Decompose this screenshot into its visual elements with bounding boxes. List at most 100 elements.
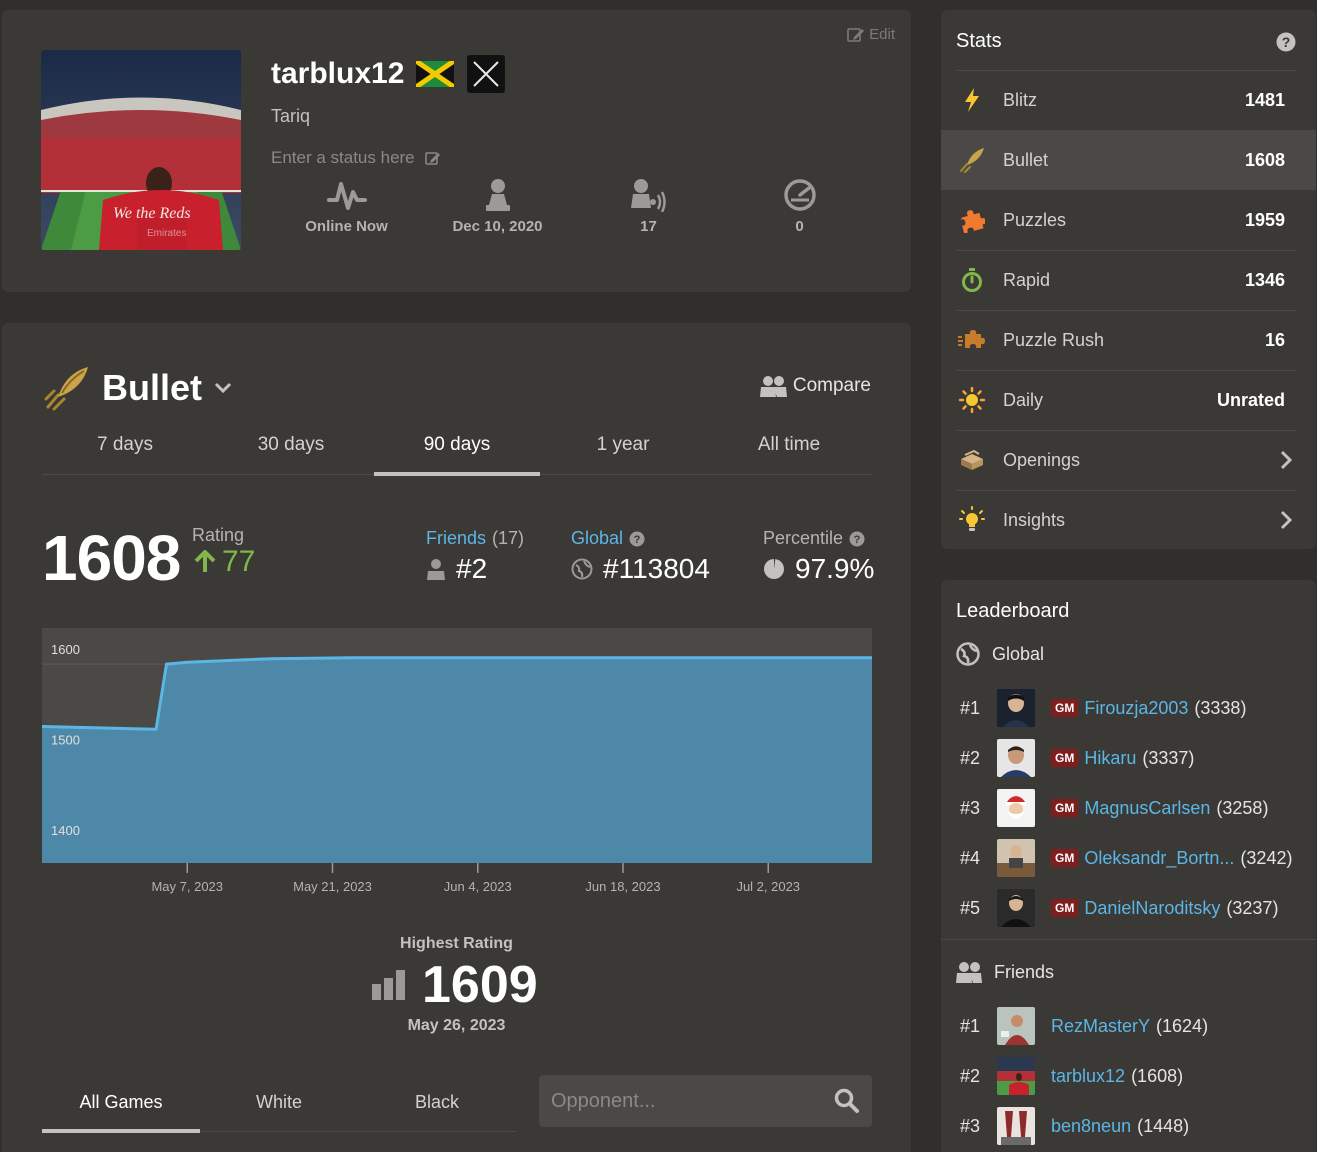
- rating-stats-card: Bullet Compare 7 days 30 days 90 days 1 …: [2, 323, 911, 1152]
- tab-7-days[interactable]: 7 days: [42, 423, 208, 474]
- tab-black[interactable]: Black: [358, 1078, 516, 1131]
- avatar: [997, 689, 1035, 727]
- stat-row-daily[interactable]: Daily Unrated: [941, 370, 1316, 430]
- leaderboard-row[interactable]: #5 GM DanielNaroditsky (3237): [941, 883, 1316, 933]
- lb-rating: (3337): [1142, 747, 1195, 768]
- tab-white[interactable]: White: [200, 1078, 358, 1131]
- profile-username-row: tarblux12: [271, 54, 506, 94]
- avatar: [997, 1107, 1035, 1145]
- pawn-icon: [485, 179, 510, 211]
- stats-title: Stats: [956, 30, 1002, 52]
- tab-30-days[interactable]: 30 days: [208, 423, 374, 474]
- lb-username[interactable]: MagnusCarlsen: [1084, 798, 1210, 819]
- tab-all-games[interactable]: All Games: [42, 1078, 200, 1133]
- status-placeholder: Enter a status here: [271, 148, 415, 167]
- leaderboard-row[interactable]: #3 GM MagnusCarlsen (3258): [941, 783, 1316, 833]
- status-input[interactable]: Enter a status here: [271, 148, 441, 168]
- tab-90-days[interactable]: 90 days: [374, 423, 540, 476]
- svg-text:?: ?: [1282, 34, 1291, 50]
- chart-y-tick-label: 1600: [51, 642, 80, 657]
- help-icon[interactable]: ?: [1276, 32, 1296, 52]
- leaderboard-title: Leaderboard: [956, 600, 1070, 622]
- global-section-label: Global: [992, 643, 1045, 664]
- puzzle-icon: [960, 210, 985, 233]
- leaderboard-row[interactable]: #4 GM Oleksandr_Bortn... (3242): [941, 833, 1316, 883]
- global-rank-value: #113804: [603, 553, 710, 584]
- chart-area: [42, 657, 872, 863]
- avatar: [997, 1057, 1035, 1095]
- leaderboard-row[interactable]: #2 GM Hikaru (3337): [941, 733, 1316, 783]
- jamaica-flag-icon: [416, 61, 455, 87]
- leaderboard-friends-header: Friends: [956, 961, 1054, 983]
- leaderboard-panel: Leaderboard Global #1 GM Firouzja2003 (3…: [941, 580, 1316, 1152]
- lb-username[interactable]: Hikaru: [1084, 748, 1136, 769]
- user-icon: [427, 559, 445, 580]
- lb-rank: #2: [960, 1065, 981, 1086]
- profile-card: Edit We the Reds Emirates tarblux12: [2, 10, 911, 292]
- rating-history-chart[interactable]: 1600 1500 1400 May 7, 2023 May 21, 2023 Jun 4…: [42, 628, 872, 898]
- compare-label: Compare: [792, 375, 871, 396]
- stat-row-puzzle-rush[interactable]: Puzzle Rush 16: [941, 310, 1316, 370]
- stat-name: Puzzles: [1003, 209, 1067, 230]
- highest-rating-date: May 26, 2023: [407, 1017, 506, 1034]
- highest-rating-label: Highest Rating: [400, 935, 513, 952]
- country-x-badge-icon: [467, 55, 506, 93]
- leaderboard-row[interactable]: #3 ben8neun (1448): [941, 1101, 1316, 1151]
- edit-label: Edit: [869, 26, 895, 43]
- help-icon[interactable]: ?: [849, 531, 865, 547]
- stat-row-insights[interactable]: Insights: [941, 490, 1316, 550]
- leaderboard-row[interactable]: #1 RezMasterY (1624): [941, 1001, 1316, 1051]
- search-icon[interactable]: [834, 1088, 860, 1114]
- mode-dropdown[interactable]: Bullet: [44, 365, 232, 411]
- percentile-value: 97.9%: [795, 553, 875, 584]
- profile-stat-online: Online Now: [271, 178, 422, 235]
- stat-row-blitz[interactable]: Blitz 1481: [941, 70, 1316, 130]
- opponent-input[interactable]: [551, 1089, 834, 1113]
- stat-row-bullet[interactable]: Bullet 1608: [941, 130, 1316, 190]
- insights-icon: [959, 506, 985, 531]
- profile-stat-joined: Dec 10, 2020: [422, 178, 573, 235]
- real-name: Tariq: [271, 106, 311, 126]
- lb-username[interactable]: ben8neun: [1051, 1116, 1131, 1137]
- lb-rank: #1: [960, 1015, 981, 1036]
- friends-rank-label: Friends: [426, 528, 487, 548]
- stat-row-openings[interactable]: Openings: [941, 430, 1316, 490]
- compare-button[interactable]: Compare: [759, 375, 871, 397]
- lb-username[interactable]: RezMasterY: [1051, 1016, 1150, 1037]
- tab-all-time[interactable]: All time: [706, 423, 872, 474]
- bar-chart-icon: [372, 970, 405, 1000]
- lb-username[interactable]: DanielNaroditsky: [1084, 898, 1220, 919]
- help-icon[interactable]: ?: [629, 531, 645, 547]
- gm-badge: GM: [1051, 749, 1079, 767]
- pie-icon: [764, 559, 784, 579]
- friends-rank[interactable]: Friends (17) #2: [426, 528, 524, 585]
- friends-section-label: Friends: [994, 961, 1055, 982]
- global-rank[interactable]: Global ? #113804: [571, 528, 710, 585]
- svg-text:?: ?: [854, 534, 861, 546]
- lb-username[interactable]: tarblux12: [1051, 1066, 1125, 1087]
- chart-x-tick-label: Jun 4, 2023: [444, 879, 512, 894]
- leaderboard-global-header: Global: [956, 642, 1044, 666]
- stat-name: Blitz: [1003, 89, 1038, 110]
- tab-1-year[interactable]: 1 year: [540, 423, 706, 474]
- gauge-icon: [783, 179, 816, 211]
- stat-row-rapid[interactable]: Rapid 1346: [941, 250, 1316, 310]
- stat-value: 1346: [1244, 269, 1285, 290]
- lb-rating: (1624): [1156, 1015, 1209, 1036]
- lb-username[interactable]: Oleksandr_Bortn...: [1084, 848, 1234, 869]
- chart-y-tick-label: 1500: [51, 733, 80, 748]
- avatar: [997, 789, 1035, 827]
- leaderboard-row[interactable]: #1 GM Firouzja2003 (3338): [941, 683, 1316, 733]
- gm-badge: GM: [1051, 699, 1079, 717]
- stat-row-puzzles[interactable]: Puzzles 1959: [941, 190, 1316, 250]
- edit-status-icon: [424, 152, 440, 165]
- stat-value: 1959: [1244, 209, 1285, 230]
- leaderboard-row[interactable]: #2 tarblux12 (1608): [941, 1051, 1316, 1101]
- friends-rank-value: #2: [456, 553, 488, 584]
- gm-badge: GM: [1051, 899, 1079, 917]
- profile-stat-friends[interactable]: 17: [573, 178, 724, 235]
- profile-avatar[interactable]: We the Reds Emirates: [41, 50, 241, 250]
- edit-profile-link[interactable]: Edit: [847, 26, 895, 43]
- lb-username[interactable]: Firouzja2003: [1084, 698, 1188, 719]
- global-rank-label: Global: [571, 528, 624, 548]
